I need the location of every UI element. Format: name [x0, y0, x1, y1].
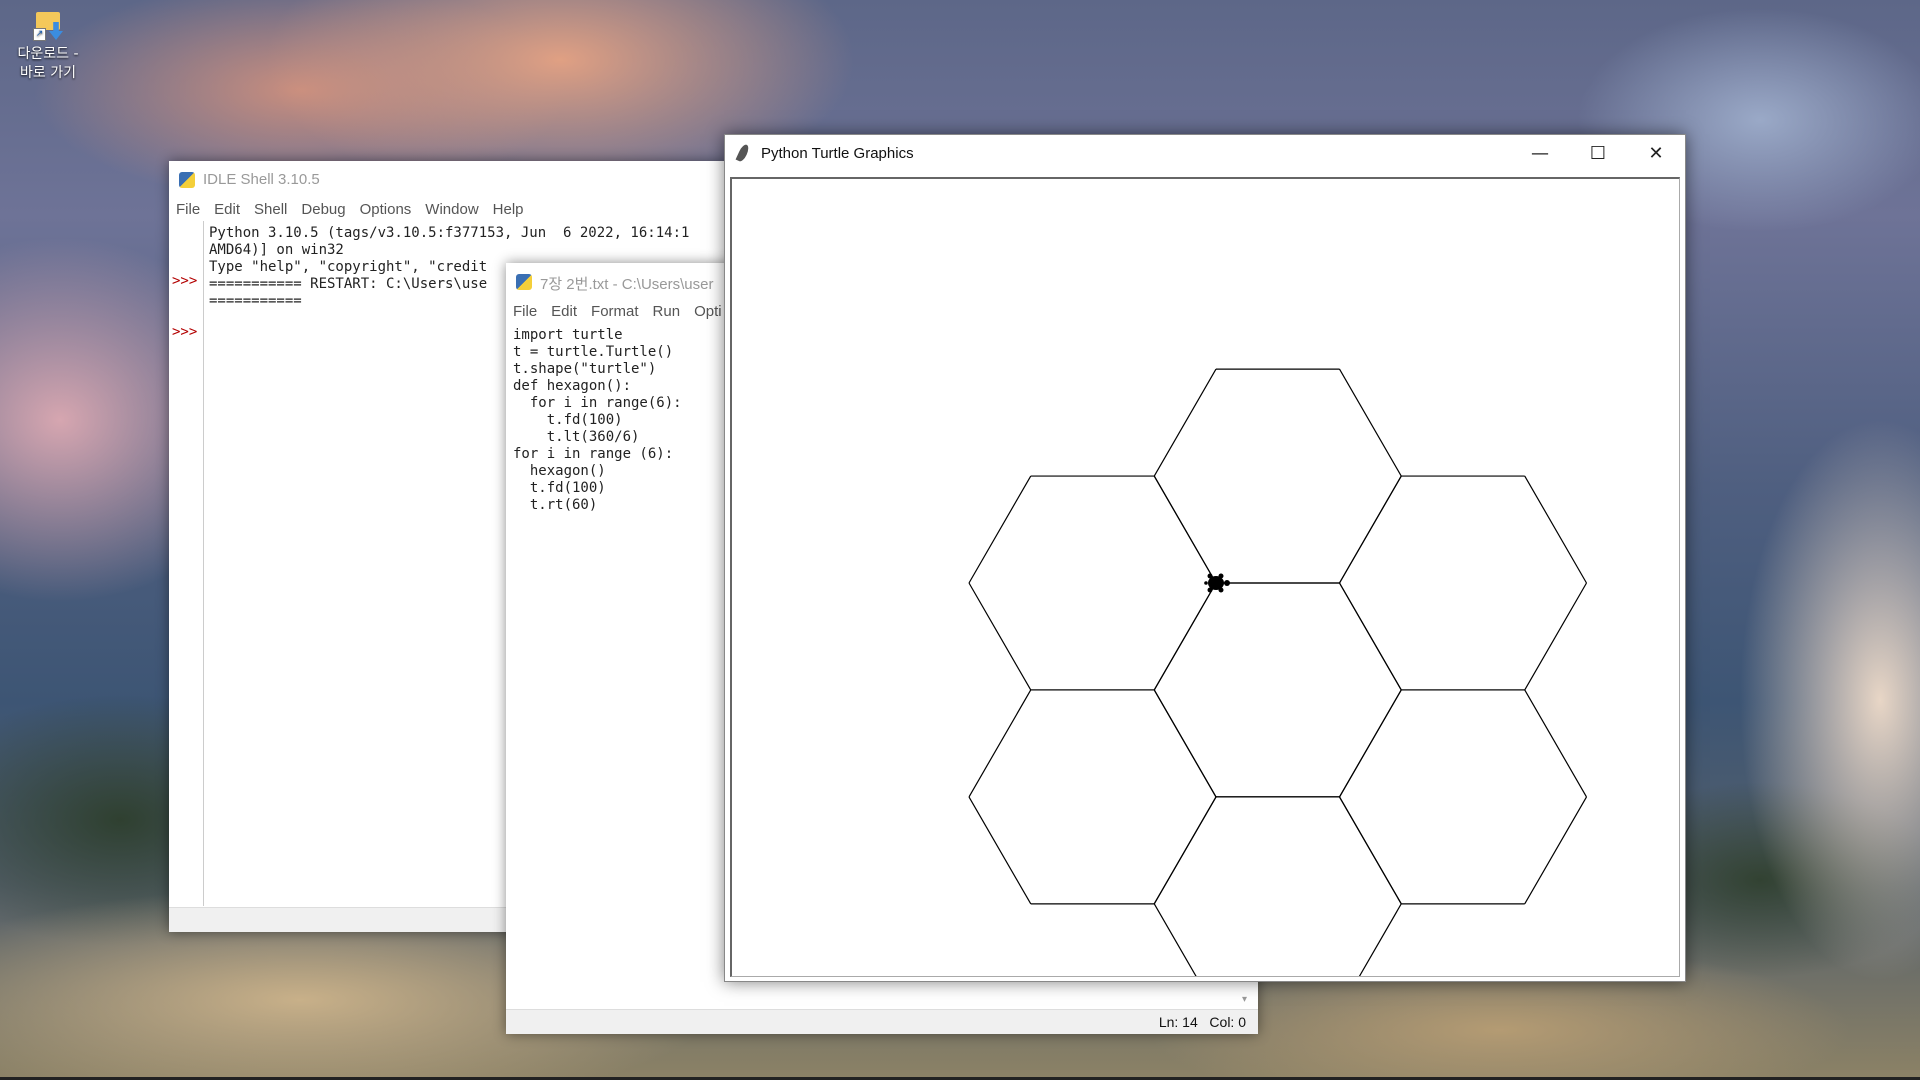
python-icon	[179, 172, 195, 188]
menu-options[interactable]: Options	[353, 197, 419, 218]
hexagon-edge	[1153, 475, 1217, 584]
shell-line: AMD64)] on win32	[209, 242, 344, 258]
hexagon-edge	[968, 582, 1032, 691]
folder-shortcut-icon: ↗	[31, 8, 65, 42]
menu-shell[interactable]: Shell	[247, 197, 294, 218]
turtle-graphics-window: Python Turtle Graphics — ☐ ✕	[724, 134, 1686, 982]
hexagon-edge	[1153, 582, 1217, 691]
menu-file[interactable]: File	[169, 197, 207, 218]
shell-prompt: >>>	[172, 273, 198, 289]
maximize-button[interactable]: ☐	[1569, 135, 1627, 171]
feather-icon	[735, 143, 751, 163]
hexagon-edge	[1153, 368, 1217, 477]
minimize-button[interactable]: —	[1511, 135, 1569, 171]
menu-options[interactable]: Opti	[687, 299, 729, 320]
hexagon-edge	[968, 796, 1032, 905]
hexagon-edge	[968, 475, 1032, 584]
desktop-shortcut-downloads[interactable]: ↗ 다운로드 - 바로 가기	[6, 8, 90, 83]
hexagon-edge	[1338, 475, 1402, 584]
minimize-icon: —	[1531, 142, 1549, 164]
window-title: IDLE Shell 3.10.5	[203, 171, 320, 188]
shell-line: Python 3.10.5 (tags/v3.10.5:f377153, Jun…	[209, 225, 690, 241]
hexagon-edge	[1338, 689, 1402, 798]
idle-shell-titlebar[interactable]: IDLE Shell 3.10.5	[169, 161, 729, 197]
menu-window[interactable]: Window	[418, 197, 485, 218]
turtle-canvas[interactable]	[730, 177, 1680, 977]
turtle-titlebar[interactable]: Python Turtle Graphics — ☐ ✕	[725, 135, 1685, 171]
close-icon: ✕	[1648, 142, 1664, 164]
hexagon-edge	[1153, 903, 1197, 976]
turtle-cursor-icon	[1204, 573, 1230, 593]
close-button[interactable]: ✕	[1627, 135, 1685, 171]
python-file-icon	[516, 274, 532, 290]
window-title: 7장 2번.txt - C:\Users\user	[540, 276, 714, 293]
shell-prompt: >>>	[172, 324, 198, 340]
hexagon-edge	[1153, 796, 1217, 905]
hexagon-edge	[1524, 689, 1588, 798]
hexagon-edge	[1358, 903, 1402, 976]
hexagon-edge	[1524, 582, 1588, 691]
window-title: Python Turtle Graphics	[761, 145, 914, 162]
desktop-shortcut-label: 다운로드 - 바로 가기	[17, 46, 79, 81]
idle-shell-menubar: File Edit Shell Debug Options Window Help	[169, 197, 729, 221]
hexagon-edge	[1524, 796, 1588, 905]
turtle-drawing	[968, 368, 1588, 976]
prompt-gutter: >>> >>>	[169, 221, 204, 906]
scroll-down-arrow-icon[interactable]: ▾	[1242, 994, 1254, 1006]
menu-file[interactable]: File	[506, 299, 544, 320]
menu-help[interactable]: Help	[486, 197, 531, 218]
hexagon-edge	[968, 689, 1032, 798]
menu-debug[interactable]: Debug	[294, 197, 352, 218]
menu-edit[interactable]: Edit	[544, 299, 584, 320]
menu-edit[interactable]: Edit	[207, 197, 247, 218]
cursor-position: Ln: 14 Col: 0	[1158, 1014, 1246, 1030]
hexagon-edge	[1338, 796, 1402, 905]
hexagon-edge	[1153, 689, 1217, 798]
maximize-icon: ☐	[1589, 142, 1607, 164]
editor-status-bar: Ln: 14 Col: 0	[506, 1009, 1258, 1034]
hexagon-edge	[1338, 582, 1402, 691]
hexagon-edge	[1338, 368, 1402, 477]
menu-format[interactable]: Format	[584, 299, 646, 320]
menu-run[interactable]: Run	[646, 299, 688, 320]
hexagon-edge	[1524, 475, 1588, 584]
